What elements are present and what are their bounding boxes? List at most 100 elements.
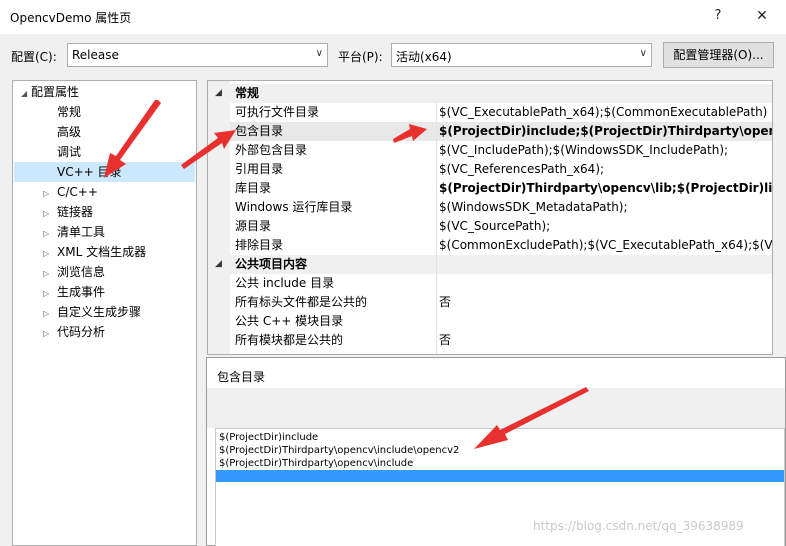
list-item[interactable]: $(ProjectDir)include (219, 431, 318, 444)
config-manager-button[interactable]: 配置管理器(O)... (663, 42, 774, 68)
collapse-icon[interactable]: ◢ (215, 255, 222, 274)
watermark: https://blog.csdn.net/qq_39638989 (533, 519, 744, 533)
prop-row-reference-dirs[interactable]: 引用目录 $(VC_ReferencesPath_x64); (230, 160, 772, 179)
prop-row-include-dirs[interactable]: 包含目录 $(ProjectDir)include;$(ProjectDir)Th… (230, 122, 772, 141)
tree-item-vc-directories[interactable]: VC++ 目录 (14, 162, 195, 182)
help-button[interactable]: ? (708, 6, 728, 26)
tree-root[interactable]: ◢ 配置属性 (21, 82, 79, 102)
prop-name: 所有模块都是公共的 (235, 333, 344, 347)
category-title: 常规 (235, 86, 260, 100)
collapsed-triangle-icon[interactable]: ▷ (43, 264, 53, 284)
collapsed-triangle-icon[interactable]: ▷ (43, 284, 53, 304)
dialog-title: 包含目录 (217, 370, 266, 384)
category-title: 公共项目内容 (235, 257, 308, 271)
column-divider[interactable] (436, 101, 437, 354)
tree-item-custom-build[interactable]: ▷ 自定义生成步骤 (43, 302, 141, 322)
tree-root-label: 配置属性 (31, 85, 80, 99)
prop-row-source-dirs[interactable]: 源目录 $(VC_SourcePath); (230, 217, 772, 236)
prop-value[interactable]: $(VC_ReferencesPath_x64); (439, 160, 772, 179)
prop-name: 源目录 (235, 219, 272, 233)
collapsed-triangle-icon[interactable]: ▷ (43, 184, 53, 204)
prop-row-all-headers-public[interactable]: 所有标头文件都是公共的 否 (230, 293, 772, 312)
window-title: OpencvDemo 属性页 (10, 11, 132, 25)
category-public[interactable]: ◢ 公共项目内容 (208, 255, 772, 274)
prop-name: 库目录 (235, 181, 272, 195)
prop-row-all-modules-public[interactable]: 所有模块都是公共的 否 (230, 331, 772, 350)
close-button[interactable]: ✕ (752, 6, 772, 26)
tree-item-xml-doc[interactable]: ▷ XML 文档生成器 (43, 242, 146, 262)
tree-item-label: 高级 (57, 125, 82, 139)
prop-row-winrt-dirs[interactable]: Windows 运行库目录 $(WindowsSDK_MetadataPath); (230, 198, 772, 217)
tree-item-debugging[interactable]: 调试 (57, 142, 81, 162)
tree-item-label: 链接器 (57, 205, 94, 219)
collapsed-triangle-icon[interactable]: ▷ (43, 204, 53, 224)
tree-item-code-analysis[interactable]: ▷ 代码分析 (43, 322, 105, 342)
chevron-down-icon: ∨ (639, 48, 647, 59)
tree-item-label: XML 文档生成器 (57, 245, 147, 259)
prop-row-executable-dirs[interactable]: 可执行文件目录 $(VC_ExecutablePath_x64);$(Common… (230, 103, 772, 122)
tree-item-label: VC++ 目录 (57, 165, 122, 179)
prop-name: 排除目录 (235, 238, 284, 252)
platform-combo[interactable]: 活动(x64) ∨ (391, 43, 652, 67)
tree-item-advanced[interactable]: 高级 (57, 122, 81, 142)
tree-item-linker[interactable]: ▷ 链接器 (43, 202, 93, 222)
prop-row-public-modules[interactable]: 公共 C++ 模块目录 (230, 312, 772, 331)
tree-item-label: 浏览信息 (57, 265, 106, 279)
prop-value[interactable]: 否 (439, 293, 772, 312)
list-item-selected-empty[interactable] (216, 470, 784, 482)
prop-name: 公共 include 目录 (235, 276, 335, 290)
property-tree: ◢ 配置属性 常规 高级 调试 VC++ 目录 ▷ C/C++ ▷ 链接器 ▷ 清单工具… (12, 80, 197, 546)
prop-name: 引用目录 (235, 162, 284, 176)
list-item[interactable]: $(ProjectDir)Thirdparty\opencv\include (219, 457, 413, 470)
tree-item-label: 生成事件 (57, 285, 106, 299)
property-grid: ◢ 常规 可执行文件目录 $(VC_ExecutablePath_x64);$(C… (207, 80, 773, 355)
prop-row-external-include[interactable]: 外部包含目录 $(VC_IncludePath);$(WindowsSDK_Inc… (230, 141, 772, 160)
prop-name: 可执行文件目录 (235, 105, 320, 119)
dialog-toolbar-area (207, 388, 785, 428)
collapse-icon[interactable]: ◢ (215, 84, 222, 103)
config-combo[interactable]: Release ∨ (67, 43, 328, 67)
collapsed-triangle-icon[interactable]: ▷ (43, 304, 53, 324)
title-bar: OpencvDemo 属性页 ? ✕ (0, 0, 786, 34)
tree-item-label: C/C++ (57, 185, 98, 199)
platform-label: 平台(P): (338, 50, 383, 64)
chevron-down-icon: ∨ (315, 48, 323, 59)
dialog-header: 包含目录 (207, 358, 785, 388)
tree-item-browse-info[interactable]: ▷ 浏览信息 (43, 262, 105, 282)
tree-item-build-events[interactable]: ▷ 生成事件 (43, 282, 105, 302)
prop-name: 包含目录 (235, 124, 284, 138)
collapsed-triangle-icon[interactable]: ▷ (43, 244, 53, 264)
prop-row-exclude-dirs[interactable]: 排除目录 $(CommonExcludePath);$(VC_Executable… (230, 236, 772, 255)
prop-name: 公共 C++ 模块目录 (235, 314, 344, 328)
prop-value[interactable]: $(ProjectDir)include;$(ProjectDir)Thirdp… (439, 122, 772, 141)
tree-item-label: 常规 (57, 105, 82, 119)
tree-item-manifest-tool[interactable]: ▷ 清单工具 (43, 222, 105, 242)
tree-item-label: 自定义生成步骤 (57, 305, 142, 319)
config-label: 配置(C): (11, 50, 57, 64)
prop-value[interactable]: $(WindowsSDK_MetadataPath); (439, 198, 772, 217)
prop-value[interactable]: $(ProjectDir)Thirdparty\opencv\lib;$(Pro… (439, 179, 772, 198)
prop-row-library-dirs[interactable]: 库目录 $(ProjectDir)Thirdparty\opencv\lib;$(… (230, 179, 772, 198)
prop-value[interactable]: $(VC_IncludePath);$(WindowsSDK_IncludePa… (439, 141, 772, 160)
prop-value[interactable]: $(VC_ExecutablePath_x64);$(CommonExecuta… (439, 103, 772, 122)
tree-item-label: 代码分析 (57, 325, 106, 339)
platform-value: 活动(x64) (396, 50, 452, 64)
prop-name: Windows 运行库目录 (235, 200, 353, 214)
category-general[interactable]: ◢ 常规 (208, 84, 772, 103)
config-row: 配置(C): Release ∨ 平台(P): 活动(x64) ∨ 配置管理器(… (0, 34, 786, 78)
collapsed-triangle-icon[interactable]: ▷ (43, 324, 53, 344)
prop-row-public-include[interactable]: 公共 include 目录 (230, 274, 772, 293)
collapsed-triangle-icon[interactable]: ▷ (43, 224, 53, 244)
tree-item-general[interactable]: 常规 (57, 102, 81, 122)
prop-value[interactable]: 否 (439, 331, 772, 350)
tree-item-c-cpp[interactable]: ▷ C/C++ (43, 182, 98, 202)
grid-gutter (208, 81, 230, 354)
prop-value[interactable]: $(VC_SourcePath); (439, 217, 772, 236)
tree-item-label: 调试 (57, 145, 82, 159)
list-item[interactable]: $(ProjectDir)Thirdparty\opencv\include\o… (219, 444, 459, 457)
prop-name: 外部包含目录 (235, 143, 308, 157)
prop-value[interactable]: $(CommonExcludePath);$(VC_ExecutablePath… (439, 236, 772, 255)
expanded-triangle-icon[interactable]: ◢ (21, 84, 31, 104)
config-value: Release (72, 48, 119, 62)
tree-item-label: 清单工具 (57, 225, 106, 239)
